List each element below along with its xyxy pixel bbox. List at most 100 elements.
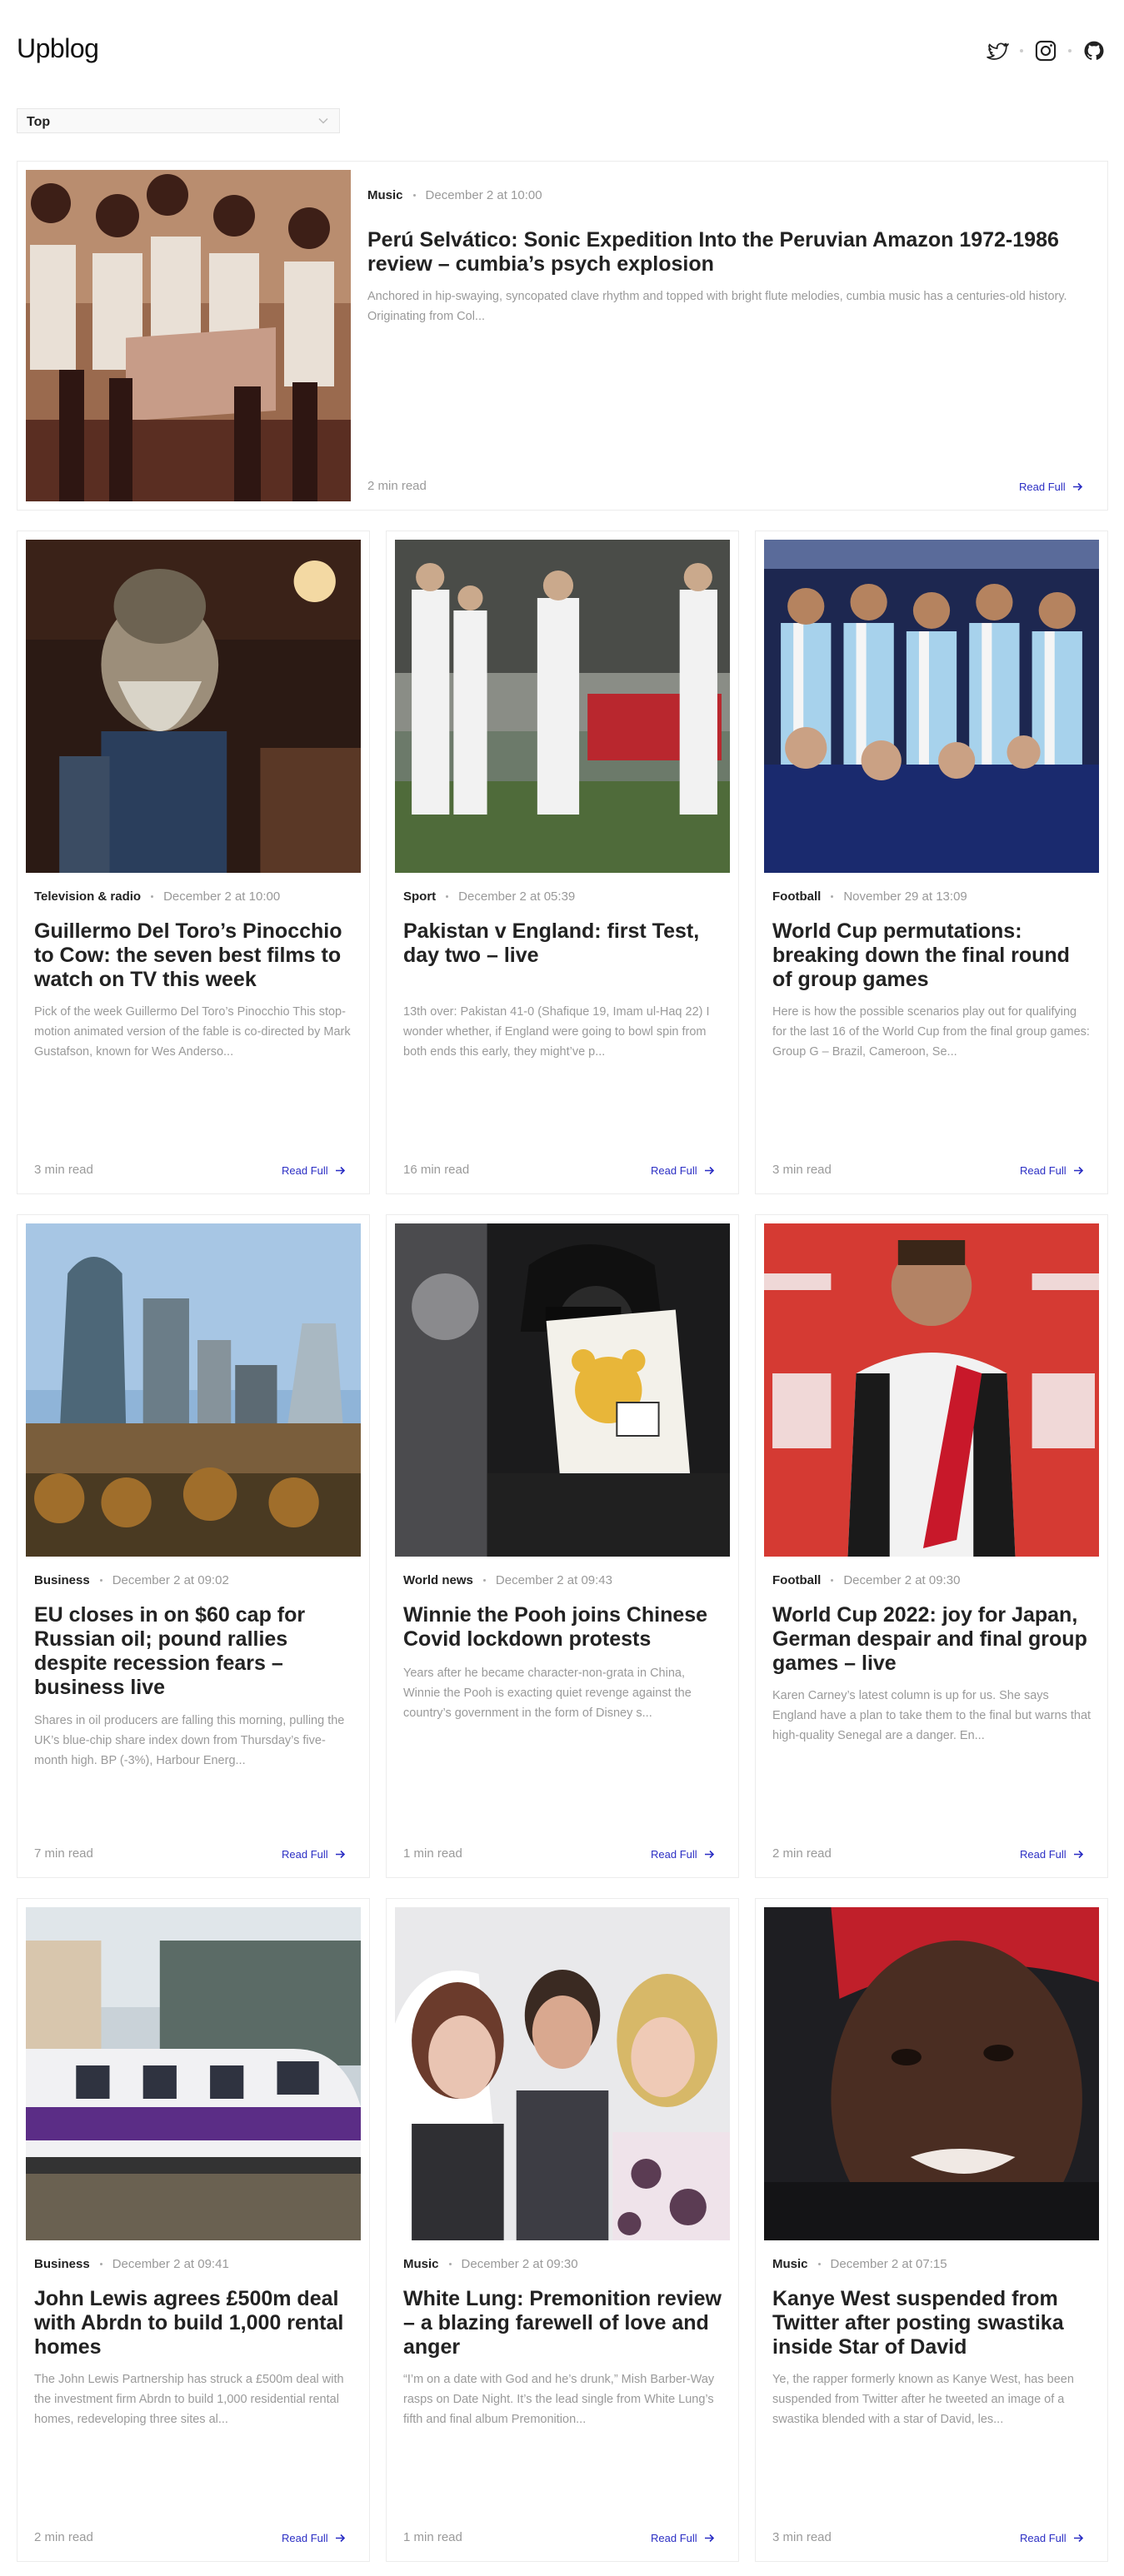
github-icon[interactable] (1080, 37, 1108, 65)
article-excerpt: Here is how the possible scenarios play … (772, 1005, 1090, 1059)
meta-separator-dot (817, 2263, 821, 2265)
article-meta: Sport December 2 at 05:39 (403, 889, 575, 904)
article-category[interactable]: Business (34, 2257, 90, 2271)
read-full-link[interactable]: Read Full (1020, 1848, 1084, 1861)
meta-separator-dot (482, 1579, 486, 1582)
article-meta: Television & radio December 2 at 10:00 (34, 889, 280, 904)
sort-filter-value: Top (27, 115, 51, 129)
article-category[interactable]: Business (34, 1573, 90, 1587)
read-full-link[interactable]: Read Full (1020, 1164, 1084, 1177)
twitter-icon[interactable] (983, 37, 1012, 65)
article-category[interactable]: Football (772, 1573, 821, 1587)
article-category[interactable]: Football (772, 889, 821, 904)
article-excerpt: Shares in oil producers are falling this… (34, 1714, 345, 1767)
article-title[interactable]: Winnie the Pooh joins Chinese Covid lock… (403, 1603, 724, 1652)
article-meta: World news December 2 at 09:43 (403, 1573, 612, 1587)
article-date: December 2 at 09:41 (112, 2257, 229, 2271)
site-logo[interactable]: Upblog (17, 33, 99, 64)
meta-separator-dot (448, 2263, 452, 2265)
arrow-right-icon (704, 1850, 714, 1859)
read-full-link[interactable]: Read Full (651, 2532, 715, 2544)
arrow-right-icon (704, 1166, 714, 1175)
article-title[interactable]: Kanye West suspended from Twitter after … (772, 2287, 1093, 2359)
article-card[interactable]: Football December 2 at 09:30 World Cup 202… (755, 1214, 1108, 1878)
social-links (983, 37, 1108, 65)
article-title[interactable]: World Cup 2022: joy for Japan, German de… (772, 1603, 1093, 1676)
article-read-time: 1 min read (403, 1846, 462, 1861)
article-image[interactable] (764, 1223, 1099, 1557)
article-excerpt: Ye, the rapper formerly known as Kanye W… (772, 2373, 1074, 2426)
article-category[interactable]: Music (772, 2257, 808, 2271)
read-full-label: Read Full (1019, 481, 1066, 493)
article-image[interactable] (26, 1907, 361, 2240)
instagram-icon[interactable] (1032, 37, 1060, 65)
read-full-label: Read Full (1020, 2532, 1067, 2544)
meta-separator-dot (99, 2263, 102, 2265)
featured-article-image[interactable] (26, 170, 351, 501)
article-title[interactable]: White Lung: Premonition review – a blazi… (403, 2287, 724, 2359)
article-card[interactable]: Television & radio December 2 at 10:00 Gui… (17, 531, 370, 1194)
article-title[interactable]: World Cup permutations: breaking down th… (772, 919, 1093, 992)
read-full-label: Read Full (1020, 1164, 1067, 1177)
article-category[interactable]: Television & radio (34, 889, 141, 904)
featured-article-meta: Music December 2 at 10:00 (367, 188, 542, 202)
read-full-link[interactable]: Read Full (282, 1848, 346, 1861)
article-card[interactable]: Business December 2 at 09:02 EU closes in … (17, 1214, 370, 1878)
article-image[interactable] (26, 540, 361, 873)
article-image[interactable] (395, 540, 730, 873)
arrow-right-icon (335, 1850, 345, 1859)
article-read-time: 2 min read (367, 479, 427, 493)
article-read-time: 2 min read (34, 2530, 93, 2544)
arrow-right-icon (1072, 482, 1082, 491)
arrow-right-icon (1073, 1166, 1083, 1175)
read-full-label: Read Full (1020, 1848, 1067, 1861)
arrow-right-icon (704, 2534, 714, 2543)
meta-separator-dot (151, 895, 154, 898)
featured-article-title[interactable]: Perú Selvático: Sonic Expedition Into th… (367, 228, 1092, 277)
article-date: December 2 at 05:39 (458, 889, 576, 904)
article-title[interactable]: Pakistan v England: first Test, day two … (403, 919, 724, 968)
article-category[interactable]: Sport (403, 889, 436, 904)
article-date: December 2 at 09:30 (461, 2257, 578, 2271)
article-image[interactable] (395, 1907, 730, 2240)
arrow-right-icon (335, 1166, 345, 1175)
article-image[interactable] (764, 540, 1099, 873)
read-full-link[interactable]: Read Full (651, 1164, 715, 1177)
article-date: November 29 at 13:09 (843, 889, 967, 904)
article-date: December 2 at 07:15 (830, 2257, 947, 2271)
featured-article-card[interactable]: Music December 2 at 10:00 Perú Selvático… (17, 161, 1108, 511)
article-category[interactable]: World news (403, 1573, 473, 1587)
article-meta: Football December 2 at 09:30 (772, 1573, 960, 1587)
read-full-label: Read Full (651, 1848, 697, 1861)
article-read-time: 7 min read (34, 1846, 93, 1861)
article-card[interactable]: Business December 2 at 09:41 John Lewis ag… (17, 1898, 370, 2562)
read-full-link[interactable]: Read Full (1019, 481, 1083, 493)
article-image[interactable] (395, 1223, 730, 1557)
article-category[interactable]: Music (403, 2257, 439, 2271)
article-excerpt: “I’m on a date with God and he’s drunk,”… (403, 2373, 715, 2426)
article-meta: Music December 2 at 09:30 (403, 2257, 578, 2271)
read-full-link[interactable]: Read Full (282, 2532, 346, 2544)
meta-separator-dot (831, 895, 834, 898)
article-category[interactable]: Music (367, 188, 403, 202)
read-full-link[interactable]: Read Full (651, 1848, 715, 1861)
read-full-link[interactable]: Read Full (1020, 2532, 1084, 2544)
article-title[interactable]: EU closes in on $60 cap for Russian oil;… (34, 1603, 355, 1700)
article-card[interactable]: World news December 2 at 09:43 Winnie the … (386, 1214, 739, 1878)
article-date: December 2 at 09:02 (112, 1573, 229, 1587)
article-title[interactable]: John Lewis agrees £500m deal with Abrdn … (34, 2287, 355, 2359)
article-title[interactable]: Guillermo Del Toro’s Pinocchio to Cow: t… (34, 919, 355, 992)
arrow-right-icon (1073, 1850, 1083, 1859)
article-image[interactable] (26, 1223, 361, 1557)
read-full-link[interactable]: Read Full (282, 1164, 346, 1177)
article-read-time: 16 min read (403, 1163, 470, 1177)
read-full-label: Read Full (651, 1164, 697, 1177)
article-card[interactable]: Music December 2 at 09:30 White Lung: Prem… (386, 1898, 739, 2562)
read-full-label: Read Full (651, 2532, 697, 2544)
sort-filter-select[interactable]: Top (17, 108, 340, 133)
article-card[interactable]: Music December 2 at 07:15 Kanye West suspe… (755, 1898, 1108, 2562)
article-card[interactable]: Sport December 2 at 05:39 Pakistan v Engla… (386, 531, 739, 1194)
article-image[interactable] (764, 1907, 1099, 2240)
article-card[interactable]: Football November 29 at 13:09 World Cup pe… (755, 531, 1108, 1194)
article-meta: Business December 2 at 09:02 (34, 1573, 229, 1587)
